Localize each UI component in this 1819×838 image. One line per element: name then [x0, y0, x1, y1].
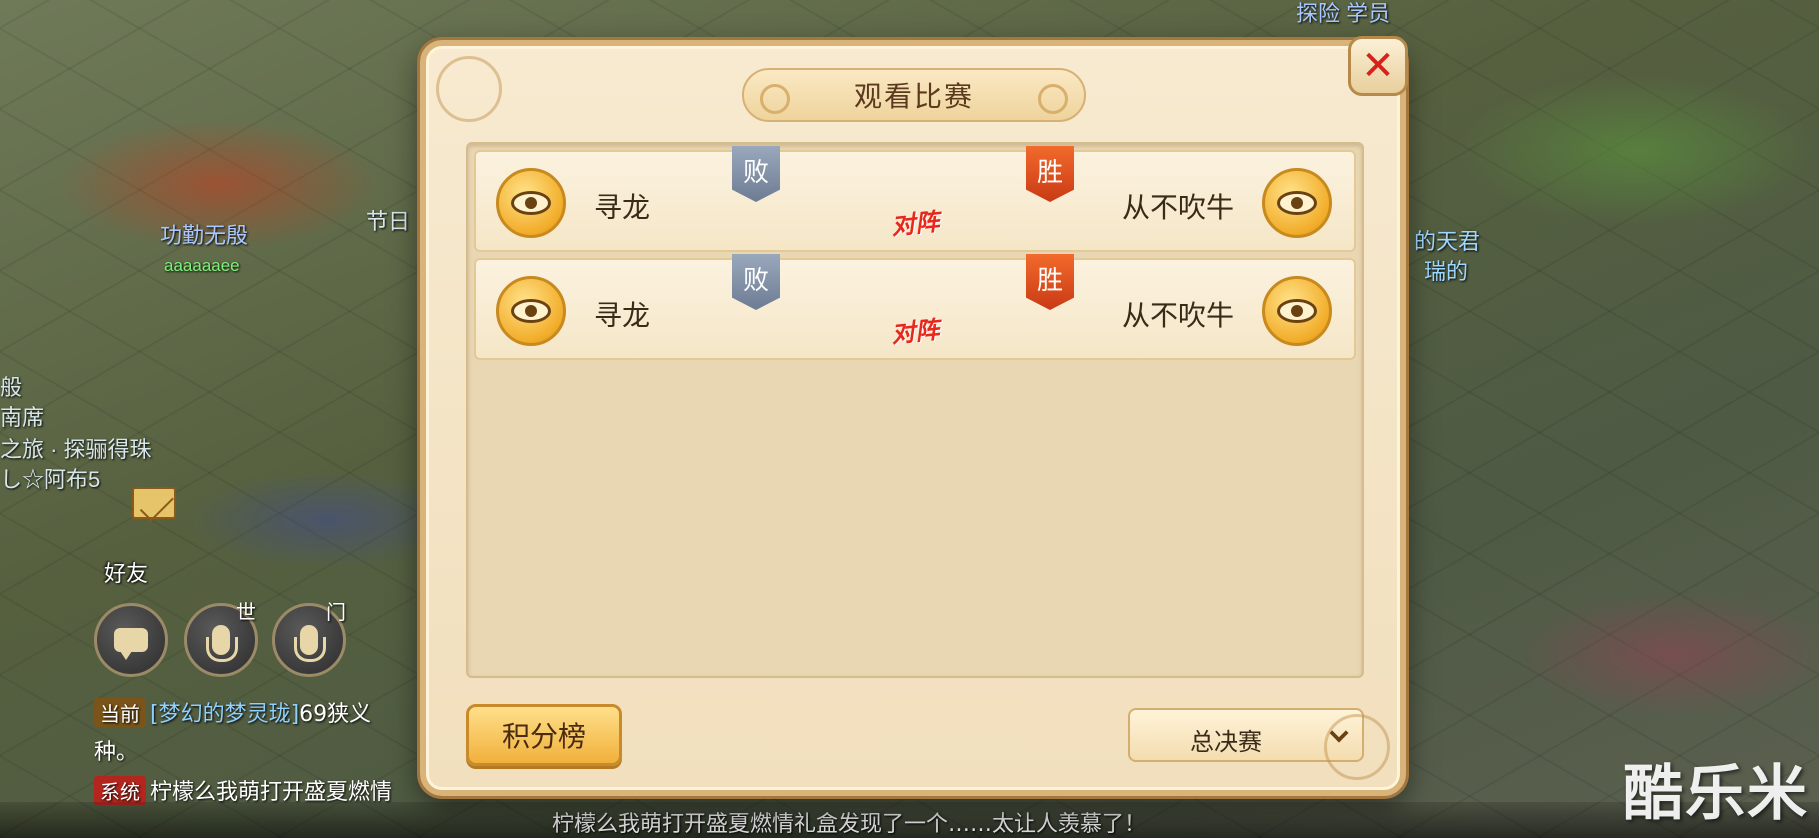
leaderboard-button[interactable]: 积分榜	[466, 704, 622, 766]
channel-sect-label: 门	[326, 600, 346, 624]
close-icon: ✕	[1361, 43, 1395, 89]
bg-player-name: 之旅 · 探骊得珠	[0, 437, 152, 462]
chat-message-current: 当前 [梦幻的梦灵珑]69狭义	[94, 696, 371, 728]
right-result-badge: 胜	[1026, 254, 1074, 310]
bg-player-name: 的天君	[1414, 229, 1481, 254]
close-button[interactable]: ✕	[1348, 36, 1408, 96]
friends-label[interactable]: 好友	[104, 556, 148, 588]
bg-player-name: し☆阿布5	[0, 467, 101, 492]
left-result-badge: 败	[732, 146, 780, 202]
eye-icon	[511, 299, 551, 323]
chat-tag-current: 当前	[94, 698, 146, 727]
watch-match-dialog: 观看比赛 ✕ 寻龙 败 对阵 胜 从不吹牛 寻龙 败 对阵 胜 从不吹牛 积分榜…	[420, 36, 1408, 796]
vs-label: 对阵	[889, 315, 941, 349]
eye-icon	[511, 191, 551, 215]
match-list: 寻龙 败 对阵 胜 从不吹牛 寻龙 败 对阵 胜 从不吹牛	[466, 142, 1364, 678]
bg-player-name: 般	[0, 375, 23, 400]
chat-tag-system: 系统	[94, 776, 146, 805]
bg-player-name: 南席	[0, 405, 45, 430]
dialog-title: 观看比赛	[853, 80, 974, 113]
dialog-title-plate: 观看比赛	[742, 68, 1086, 122]
watch-left-button[interactable]	[496, 276, 566, 346]
vs-label: 对阵	[889, 207, 941, 241]
left-player-name: 寻龙	[594, 299, 651, 332]
stage-select-dropdown[interactable]: 总决赛	[1128, 708, 1364, 762]
right-result-badge: 胜	[1026, 146, 1074, 202]
watch-right-button[interactable]	[1262, 168, 1332, 238]
chat-text: 69狭义	[299, 702, 372, 727]
right-player-name: 从不吹牛	[1122, 299, 1235, 332]
bg-player-name: 功勤无殷	[160, 223, 249, 248]
bg-player-name: 探险 学员	[1296, 1, 1391, 26]
match-row: 寻龙 败 对阵 胜 从不吹牛	[474, 254, 1356, 360]
chat-sender[interactable]: [梦幻的梦灵珑]	[150, 702, 299, 727]
microphone-icon	[206, 625, 238, 662]
mail-icon[interactable]	[132, 487, 176, 519]
match-row: 寻龙 败 对阵 胜 从不吹牛	[474, 146, 1356, 252]
chat-message-continued: 种。	[94, 740, 139, 765]
chat-bubble-icon	[114, 628, 148, 660]
ticker-text: 柠檬么我萌打开盛夏燃情礼盒发现了一个……太让人羡慕了！	[552, 812, 1147, 837]
bg-player-name: 瑞的	[1424, 259, 1469, 284]
microphone-icon	[294, 625, 326, 662]
bg-player-name: aaaaaaee	[164, 256, 240, 275]
broadcast-ticker: 柠檬么我萌打开盛夏燃情礼盒发现了一个……太让人羡慕了！	[0, 802, 1819, 838]
left-player-name: 寻龙	[594, 191, 651, 224]
left-result-badge: 败	[732, 254, 780, 310]
right-player-name: 从不吹牛	[1122, 191, 1235, 224]
chevron-down-icon	[1329, 723, 1349, 743]
stage-select-value: 总决赛	[1190, 728, 1262, 756]
eye-icon	[1277, 299, 1317, 323]
bg-player-name: 节日	[366, 209, 411, 234]
watch-left-button[interactable]	[496, 168, 566, 238]
channel-world-label: 世	[236, 600, 256, 624]
watermark-logo: 酷乐米	[1623, 759, 1809, 829]
chat-toggle-button[interactable]	[94, 603, 168, 677]
eye-icon	[1277, 191, 1317, 215]
watch-right-button[interactable]	[1262, 276, 1332, 346]
